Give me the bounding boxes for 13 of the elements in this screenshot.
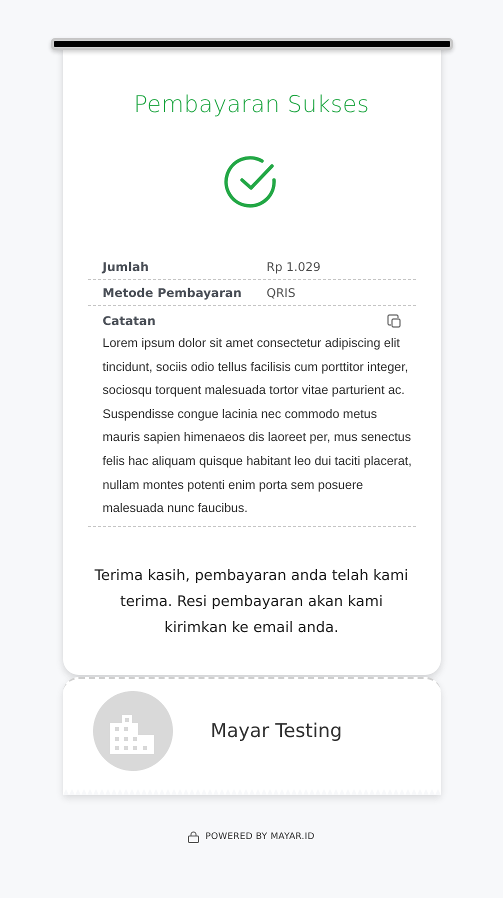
detail-label: Metode Pembayaran: [102, 286, 243, 300]
building-avatar-icon: [92, 690, 172, 771]
receipt-title: Pembayaran Sukses: [134, 92, 370, 118]
detail-value: Rp 1.029: [266, 260, 321, 274]
lock-icon: [188, 830, 200, 843]
thank-you-message: Terima kasih, pembayaran anda telah kami terima. Resi pembayaran akan kami kirimkan ke email anda.: [94, 566, 410, 638]
note-label: Catatan: [102, 314, 157, 328]
powered-by-text: POWERED BY MAYAR.ID: [205, 832, 315, 842]
detail-value: QRIS: [266, 286, 296, 300]
copy-icon[interactable]: [386, 314, 400, 328]
note-text: Lorem ipsum dolor sit amet consectetur adipiscing elit tincidunt, sociis odio tellus facilisis cum porttitor integer, sociosqu torquent malesuada tortor vitae parturient ac. Suspendisse congue lacinia nec commodo metus mauris sapien himenaeos dis laoreet per, mus senectus felis hac aliquam quisque habitant leo dui taciti placerat, nullam montes potenti enim porta sem posuere malesuada nunc faucibus.: [102, 335, 413, 518]
merchant-name: Mayar Testing: [210, 720, 342, 742]
detail-label: Jumlah: [102, 260, 150, 274]
